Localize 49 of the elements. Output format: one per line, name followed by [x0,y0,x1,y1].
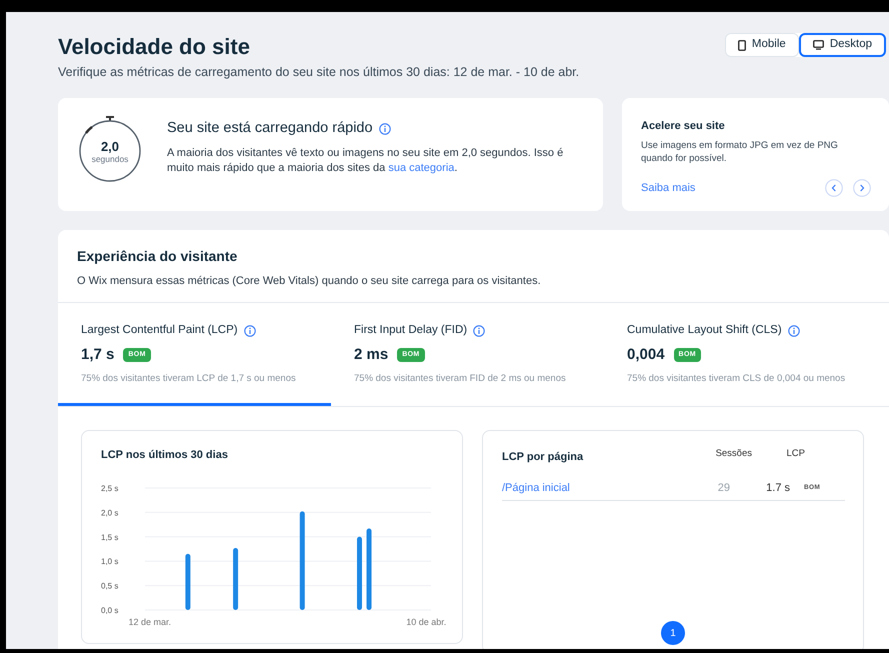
column-header: Sessões [714,447,752,462]
learn-more-link[interactable]: Saiba mais [641,180,696,196]
category-link[interactable]: sua categoria [388,162,454,174]
metric-note: 75% dos visitantes tiveram LCP de 1,7 s ou menos [81,372,297,386]
tip-text: Use imagens em formato JPG em vez de PNG quando for possível. [641,139,839,166]
axis-label: 1,5 s [101,532,118,542]
table-cell-text: 29 [716,480,730,496]
section-title: Experiência do visitante [77,246,238,266]
page-link[interactable]: /Página inicial [502,480,692,496]
pages-title: LCP por página [502,450,584,466]
metric-value: 2 ms [354,344,388,364]
metric-value: 0,004 [627,344,665,364]
info-icon[interactable] [473,324,486,337]
axis-label: 0,5 s [101,581,118,590]
info-icon[interactable] [244,324,256,337]
axis-label: 1,0 s [101,556,118,566]
timer-unit: segundos [92,154,128,165]
metric-note: 75% dos visitantes tiveram FID de 2 ms ou menos [354,372,567,386]
axis-label: 2,5 s [101,484,118,493]
axis-label: 2,0 s [101,508,118,518]
metric-value: 1,7 s [81,344,114,364]
next-button[interactable] [853,179,871,198]
metric-note: 75% dos visitantes tiveram CLS de 0,004 ou menos [627,372,846,386]
page-button[interactable]: 1 [661,621,685,646]
chart-bar [185,554,190,610]
timer-value: 2,0 [100,138,120,154]
monitor-icon [812,40,824,50]
info-icon[interactable] [378,122,391,135]
info-icon[interactable] [788,324,800,337]
device-toggle[interactable]: Desktop [798,33,886,57]
column-header: LCP [786,447,805,462]
axis-label: 10 de abr. [406,616,446,627]
metric-name: First Input Delay (FID) [354,323,468,338]
summary-title: Seu site está carregando rápido [167,118,373,138]
chart-title: LCP nos últimos 30 dias [101,448,229,464]
previous-button[interactable] [825,179,843,198]
metric-name: Cumulative Layout Shift (CLS) [627,323,782,338]
page-title: Velocidade do site [58,33,251,61]
device-toggle[interactable]: Mobile [724,33,799,57]
page-subtitle: Verifique as métricas de carregamento do seu site nos últimos 30 dias: 12 de mar. - 10 de abr. [58,64,580,81]
tip-title: Acelere seu site [641,118,726,134]
axis-label: 12 de mar. [128,616,172,627]
metric-name: Largest Contentful Paint (LCP) [81,323,238,338]
table-cell-text: 1.7 s [765,480,790,496]
axis-label: 0,0 s [101,606,118,615]
chart-bar [233,548,238,610]
summary-text: A maioria dos visitantes vê texto ou imagens no seu site em 2,0 segundos. Isso é muito mais rápido que a maioria dos sites da sua categoria. [167,146,564,176]
phone-icon [738,40,746,50]
section-subtitle: O Wix mensura essas métricas (Core Web Vitals) quando o seu site carrega para os visitantes. [77,274,542,289]
